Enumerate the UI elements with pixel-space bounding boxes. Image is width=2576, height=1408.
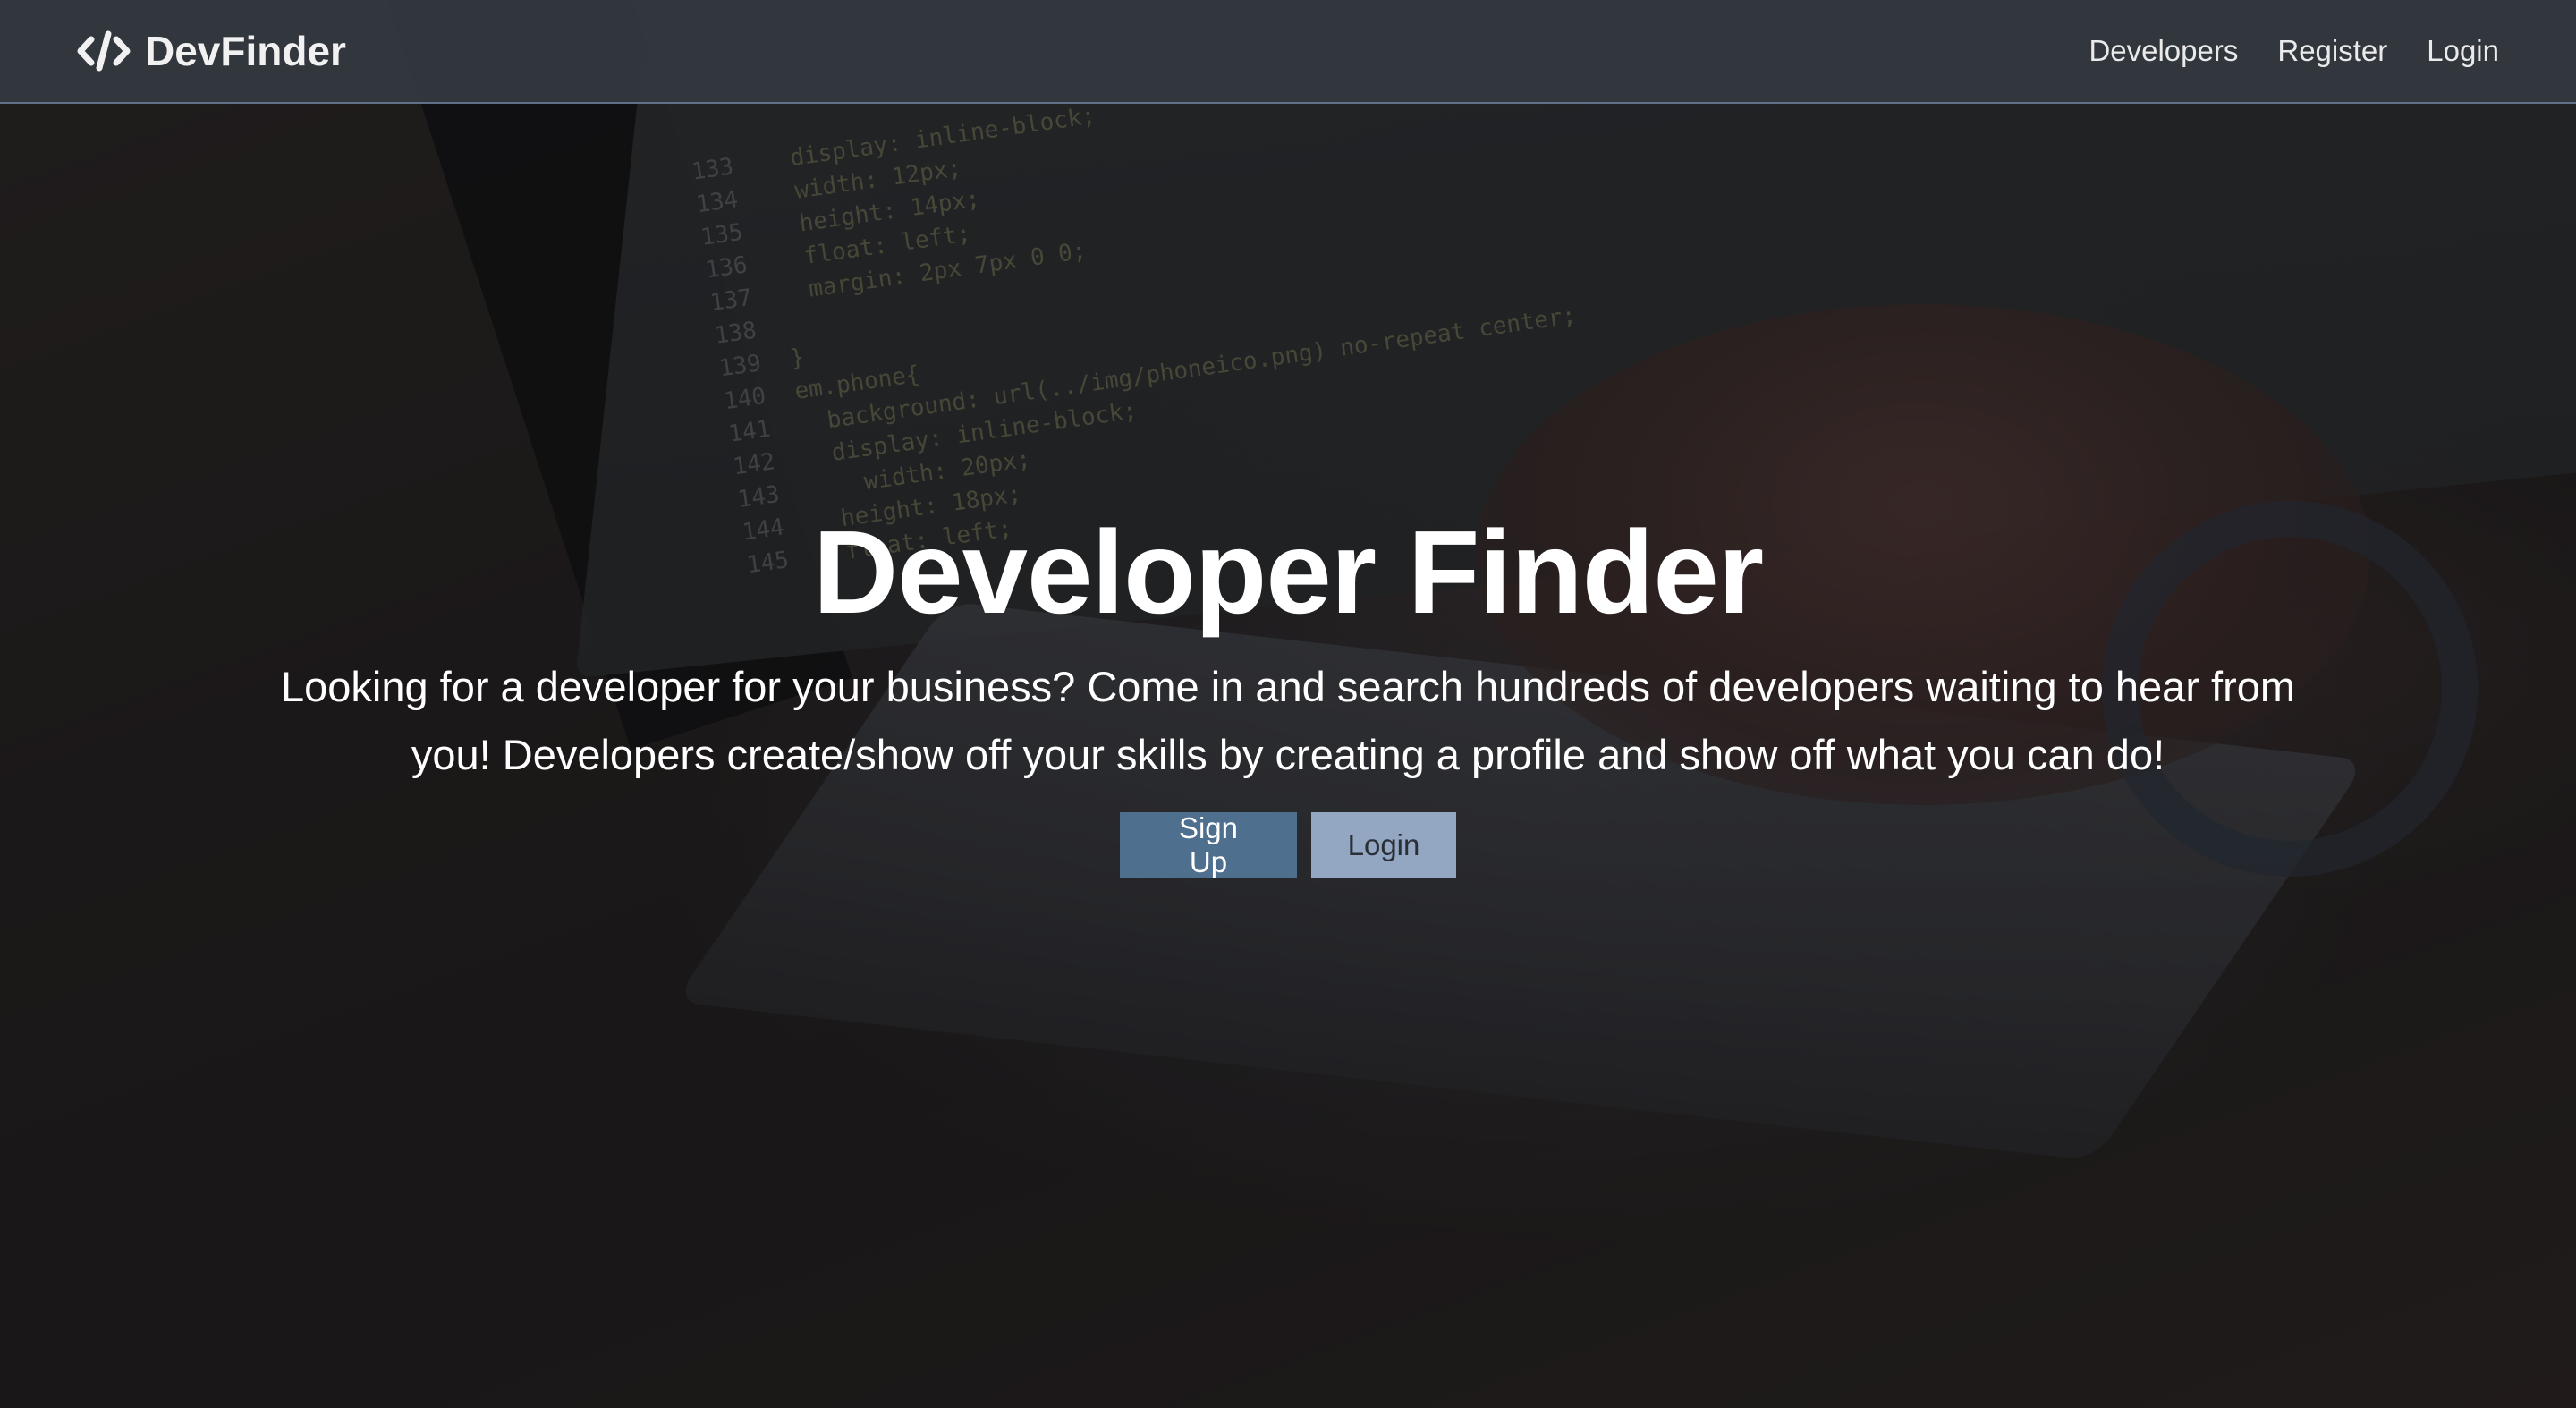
sign-up-button[interactable]: Sign Up (1120, 811, 1297, 878)
brand-link[interactable]: DevFinder (77, 27, 346, 75)
brand-name: DevFinder (145, 28, 346, 74)
nav-links: Developers Register Login (2069, 34, 2499, 68)
hero-buttons: Sign Up Login (0, 811, 2576, 878)
hero-section: Developer Finder Looking for a developer… (0, 501, 2576, 878)
landing-page: 133 display: inline-block; 134 width: 12p… (0, 0, 2576, 1408)
nav-link-developers[interactable]: Developers (2069, 34, 2258, 68)
hero-title: Developer Finder (812, 506, 1764, 638)
code-slash-icon (77, 30, 131, 72)
login-button[interactable]: Login (1311, 812, 1456, 878)
navbar: DevFinder Developers Register Login (0, 0, 2576, 104)
hero-lead-text: Looking for a developer for your busines… (280, 663, 2296, 778)
nav-link-login[interactable]: Login (2407, 34, 2499, 68)
nav-link-register[interactable]: Register (2258, 34, 2407, 68)
